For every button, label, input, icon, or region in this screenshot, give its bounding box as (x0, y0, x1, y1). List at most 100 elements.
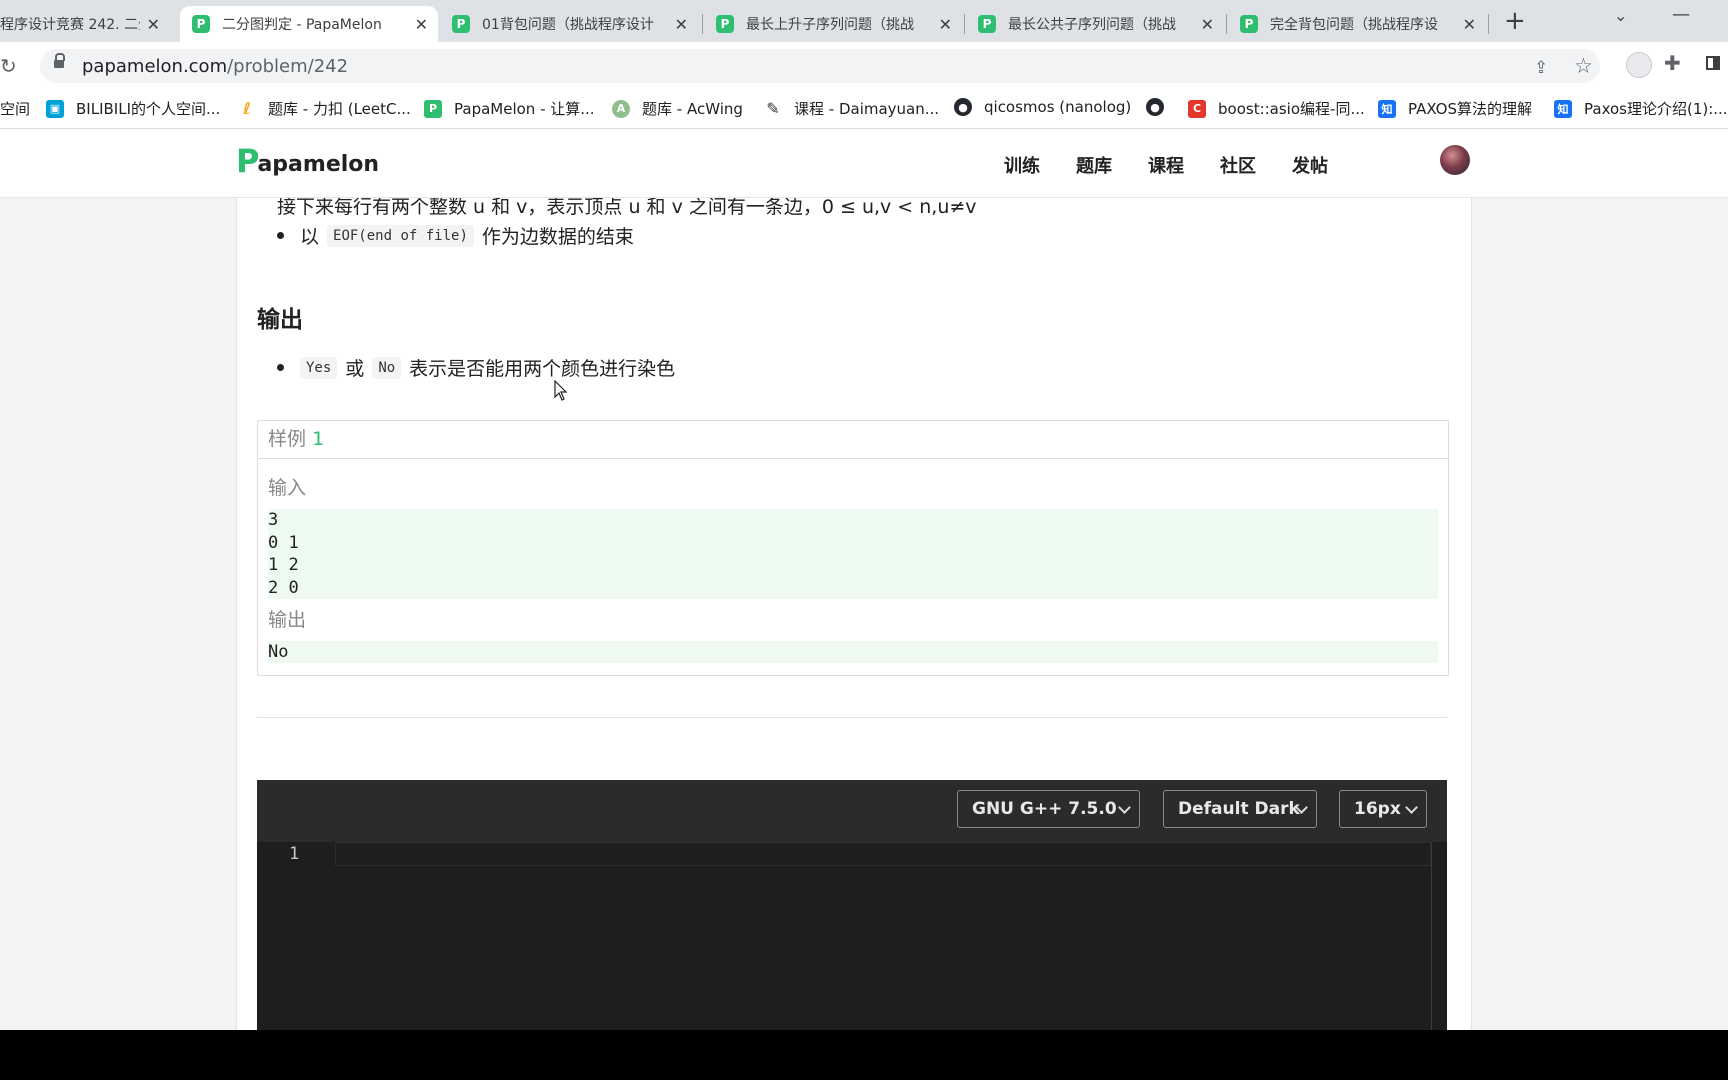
tab-search-chevron-icon[interactable]: ⌄ (1614, 6, 1627, 25)
browser-tab-1[interactable]: 程序设计竞赛 242. 二分 ✕ (0, 6, 170, 42)
eof-prefix: 以 (300, 226, 320, 248)
tab-close-icon[interactable]: ✕ (675, 15, 688, 34)
browser-tab-5[interactable]: P 最长公共子序列问题（挑战 ✕ (966, 6, 1224, 42)
tab-close-icon[interactable]: ✕ (415, 15, 428, 34)
bookmark-item[interactable]: ● qicosmos (nanolog) (954, 98, 1131, 116)
input-eof-bullet: 以 EOF(end of file) 作为边数据的结束 (277, 222, 634, 249)
bookmark-item[interactable]: 空间 (0, 98, 30, 119)
github-icon: ● (1146, 98, 1164, 116)
csdn-icon: C (1188, 99, 1206, 118)
bookmark-item[interactable]: ✎ 课程 - Daimayuan... (764, 98, 939, 119)
language-select[interactable]: GNU G++ 7.5.0 (957, 790, 1140, 828)
chevron-down-icon (1118, 801, 1131, 814)
new-tab-icon[interactable]: + (1504, 8, 1526, 34)
nav-problemset[interactable]: 题库 (1076, 152, 1112, 178)
browser-tab-4[interactable]: P 最长上升子序列问题（挑战 ✕ (704, 6, 962, 42)
address-bar[interactable]: papamelon.com/problem/242 ⇪ ☆ (40, 49, 1600, 83)
bookmark-item[interactable]: P PapaMelon - 让算... (424, 98, 595, 119)
font-size-select[interactable]: 16px (1339, 790, 1427, 828)
bookmark-item[interactable]: 知 Paxos理论介绍(1):... (1554, 98, 1728, 119)
section-divider (257, 717, 1447, 718)
bookmark-label: BILIBILI的个人空间... (76, 100, 221, 118)
tab-separator (964, 14, 965, 34)
bookmark-item[interactable]: C boost::asio编程-同... (1188, 98, 1365, 119)
share-icon[interactable]: ⇪ (1534, 58, 1548, 78)
output-bullet: Yes 或 No 表示是否能用两个颜色进行染色 (277, 354, 675, 381)
bookmark-star-icon[interactable]: ☆ (1574, 54, 1593, 78)
nav-training[interactable]: 训练 (1004, 152, 1040, 178)
bullet-dot (277, 364, 284, 371)
side-panel-icon[interactable] (1706, 56, 1720, 70)
sample-input-label: 输入 (268, 477, 307, 499)
tab-close-icon[interactable]: ✕ (1201, 15, 1214, 34)
daimayuan-icon: ✎ (766, 99, 780, 118)
bookmark-item[interactable]: A 题库 - AcWing (612, 98, 743, 119)
sample-box: 样例 1 输入 3 0 1 1 2 2 0 输出 No (257, 420, 1449, 676)
bookmark-item[interactable]: ℓ 题库 - 力扣 (LeetC... (238, 98, 411, 119)
browser-toolbar: ↻ papamelon.com/problem/242 ⇪ ☆ ✚ (0, 42, 1728, 90)
output-or: 或 (345, 358, 365, 380)
nav-courses[interactable]: 课程 (1148, 152, 1184, 178)
papamelon-logo[interactable]: P apamelon (236, 144, 379, 178)
bookmark-item[interactable]: ▣ BILIBILI的个人空间... (46, 98, 220, 119)
bookmark-label: Paxos理论介绍(1):... (1584, 100, 1728, 118)
bookmarks-bar: 空间 ▣ BILIBILI的个人空间... ℓ 题库 - 力扣 (LeetC..… (0, 90, 1728, 129)
browser-tab-3[interactable]: P 01背包问题（挑战程序设计 ✕ (440, 6, 698, 42)
nav-post[interactable]: 发帖 (1292, 152, 1328, 178)
eof-code: EOF(end of file) (327, 224, 474, 247)
tab-title: 完全背包问题（挑战程序设 (1270, 17, 1438, 33)
zhihu-icon: 知 (1554, 99, 1572, 118)
tab-separator (1488, 14, 1489, 34)
site-header: P apamelon 训练 题库 课程 社区 发帖 (0, 129, 1728, 198)
bookmark-label: boost::asio编程-同... (1218, 100, 1365, 118)
papamelon-favicon-icon: P (452, 15, 470, 33)
tab-separator (1226, 14, 1227, 34)
logo-text: apamelon (257, 152, 380, 177)
papamelon-icon: P (424, 99, 442, 118)
logo-mark: P (236, 142, 260, 180)
language-value: GNU G++ 7.5.0 (972, 799, 1117, 819)
bookmark-label: PAXOS算法的理解 (1408, 100, 1532, 118)
leetcode-icon: ℓ (243, 99, 251, 118)
sample-index: 1 (312, 428, 325, 450)
line-number: 1 (289, 844, 300, 864)
bookmark-item[interactable]: 知 PAXOS算法的理解 (1378, 98, 1532, 119)
url-host: papamelon.com (82, 56, 228, 77)
acwing-icon: A (612, 99, 630, 118)
lock-icon (54, 53, 65, 68)
avatar[interactable] (1440, 145, 1470, 175)
theme-select[interactable]: Default Dark (1163, 790, 1317, 828)
tab-title: 最长上升子序列问题（挑战 (746, 17, 914, 33)
bilibili-icon: ▣ (46, 99, 64, 118)
tab-close-icon[interactable]: ✕ (939, 15, 952, 34)
code-editor[interactable]: GNU G++ 7.5.0 Default Dark 16px 1 (257, 780, 1447, 1030)
reload-icon[interactable]: ↻ (0, 54, 17, 78)
minimize-window-icon[interactable]: — (1672, 4, 1690, 25)
github-icon: ● (954, 98, 972, 116)
sample-output-code[interactable]: No (268, 641, 1438, 663)
tab-close-icon[interactable]: ✕ (147, 15, 160, 34)
sample-input-code[interactable]: 3 0 1 1 2 2 0 (268, 509, 1438, 599)
bookmark-label: 题库 - AcWing (642, 100, 743, 118)
url-path: /problem/242 (227, 56, 349, 77)
current-line-highlight[interactable] (335, 842, 1431, 866)
browser-tab-2[interactable]: P 二分图判定 - PapaMelon ✕ (180, 6, 438, 42)
sample-output-label: 输出 (268, 609, 307, 631)
tab-separator (702, 14, 703, 34)
url-text[interactable]: papamelon.com/problem/242 (82, 56, 348, 77)
sample-title: 样例 (268, 428, 307, 450)
bookmark-label: 课程 - Daimayuan... (794, 100, 940, 118)
papamelon-favicon-icon: P (978, 15, 996, 33)
papamelon-favicon-icon: P (716, 15, 734, 33)
zhihu-icon: 知 (1378, 99, 1396, 118)
bookmark-item[interactable]: ● (1146, 98, 1164, 116)
browser-tab-6[interactable]: P 完全背包问题（挑战程序设 ✕ (1228, 6, 1486, 42)
extensions-puzzle-icon[interactable]: ✚ (1664, 51, 1681, 75)
tab-close-icon[interactable]: ✕ (1463, 15, 1476, 34)
nav-community[interactable]: 社区 (1220, 152, 1256, 178)
extension-icon[interactable] (1626, 52, 1652, 78)
mouse-cursor-icon (554, 380, 568, 401)
font-size-value: 16px (1354, 799, 1401, 819)
editor-scrollbar[interactable] (1431, 842, 1432, 1030)
output-heading: 输出 (257, 307, 303, 333)
